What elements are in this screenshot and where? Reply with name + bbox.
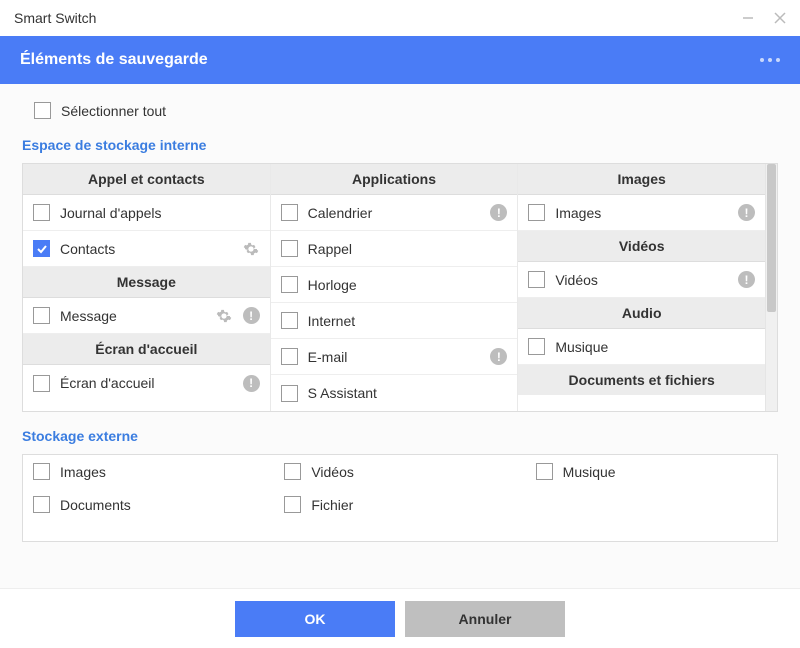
titlebar: Smart Switch xyxy=(0,0,800,36)
gear-icon[interactable] xyxy=(242,240,260,258)
item-label: Vidéos xyxy=(555,272,728,288)
select-all-label: Sélectionner tout xyxy=(61,103,166,119)
item-label: Journal d'appels xyxy=(60,205,260,221)
item-ext-file[interactable]: Fichier xyxy=(274,488,525,521)
item-internet[interactable]: Internet xyxy=(271,303,518,339)
checkbox-ext-videos[interactable] xyxy=(284,463,301,480)
checkbox-clock[interactable] xyxy=(281,276,298,293)
item-label: E-mail xyxy=(308,349,481,365)
checkbox-email[interactable] xyxy=(281,348,298,365)
checkbox-message[interactable] xyxy=(33,307,50,324)
ok-button[interactable]: OK xyxy=(235,601,395,637)
scrollbar-thumb[interactable] xyxy=(767,164,776,312)
header-menu-icon[interactable] xyxy=(760,58,780,62)
checkbox-s-assistant[interactable] xyxy=(281,385,298,402)
item-home-screen[interactable]: Écran d'accueil ! xyxy=(23,365,270,401)
item-label: Images xyxy=(555,205,728,221)
item-images[interactable]: Images ! xyxy=(518,195,765,231)
checkbox-call-log[interactable] xyxy=(33,204,50,221)
warning-icon: ! xyxy=(738,271,755,288)
select-all-row[interactable]: Sélectionner tout xyxy=(34,102,778,119)
item-label: Internet xyxy=(308,313,508,329)
group-header-home-screen: Écran d'accueil xyxy=(23,334,270,365)
item-ext-music[interactable]: Musique xyxy=(526,455,777,488)
internal-storage-table: Appel et contacts Journal d'appels Conta… xyxy=(22,163,778,412)
internal-col-2: Applications Calendrier ! Rappel Horloge… xyxy=(271,164,519,411)
item-music[interactable]: Musique xyxy=(518,329,765,365)
checkbox-calendar[interactable] xyxy=(281,204,298,221)
item-label: Écran d'accueil xyxy=(60,375,233,391)
dialog-title: Éléments de sauvegarde xyxy=(20,51,208,69)
checkbox-ext-music[interactable] xyxy=(536,463,553,480)
group-header-audio: Audio xyxy=(518,298,765,329)
item-reminder[interactable]: Rappel xyxy=(271,231,518,267)
item-calendar[interactable]: Calendrier ! xyxy=(271,195,518,231)
content-area: Sélectionner tout Espace de stockage int… xyxy=(0,84,800,588)
group-header-call-contacts: Appel et contacts xyxy=(23,164,270,195)
item-label: S Assistant xyxy=(308,385,508,401)
group-header-applications: Applications xyxy=(271,164,518,195)
item-videos[interactable]: Vidéos ! xyxy=(518,262,765,298)
item-label: Images xyxy=(60,464,106,480)
checkbox-music[interactable] xyxy=(528,338,545,355)
external-col-1: Images Documents xyxy=(23,455,274,521)
item-label: Fichier xyxy=(311,497,353,513)
external-col-2: Vidéos Fichier xyxy=(274,455,525,521)
close-button[interactable] xyxy=(770,8,790,28)
cancel-button[interactable]: Annuler xyxy=(405,601,565,637)
window-controls xyxy=(738,8,790,28)
item-label: Rappel xyxy=(308,241,508,257)
warning-icon: ! xyxy=(490,348,507,365)
item-label: Documents xyxy=(60,497,131,513)
item-clock[interactable]: Horloge xyxy=(271,267,518,303)
item-label: Calendrier xyxy=(308,205,481,221)
checkbox-reminder[interactable] xyxy=(281,240,298,257)
checkbox-internet[interactable] xyxy=(281,312,298,329)
checkbox-contacts[interactable] xyxy=(33,240,50,257)
internal-col-1: Appel et contacts Journal d'appels Conta… xyxy=(23,164,271,411)
warning-icon: ! xyxy=(243,307,260,324)
item-ext-videos[interactable]: Vidéos xyxy=(274,455,525,488)
checkbox-home-screen[interactable] xyxy=(33,375,50,392)
checkbox-images[interactable] xyxy=(528,204,545,221)
dialog-footer: OK Annuler xyxy=(0,588,800,648)
internal-storage-title: Espace de stockage interne xyxy=(22,137,778,153)
item-label: Vidéos xyxy=(311,464,354,480)
item-ext-documents[interactable]: Documents xyxy=(23,488,274,521)
external-storage-title: Stockage externe xyxy=(22,428,778,444)
checkbox-ext-images[interactable] xyxy=(33,463,50,480)
item-label: Message xyxy=(60,308,205,324)
gear-icon[interactable] xyxy=(215,307,233,325)
group-header-videos: Vidéos xyxy=(518,231,765,262)
minimize-button[interactable] xyxy=(738,8,758,28)
dialog-header: Éléments de sauvegarde xyxy=(0,36,800,84)
item-contacts[interactable]: Contacts xyxy=(23,231,270,267)
item-label: Horloge xyxy=(308,277,508,293)
item-s-assistant[interactable]: S Assistant xyxy=(271,375,518,411)
item-call-log[interactable]: Journal d'appels xyxy=(23,195,270,231)
warning-icon: ! xyxy=(243,375,260,392)
warning-icon: ! xyxy=(738,204,755,221)
item-email[interactable]: E-mail ! xyxy=(271,339,518,375)
group-header-message: Message xyxy=(23,267,270,298)
internal-col-3: Images Images ! Vidéos Vidéos ! Audio Mu… xyxy=(518,164,765,411)
external-col-3: Musique xyxy=(526,455,777,521)
checkbox-videos[interactable] xyxy=(528,271,545,288)
external-storage-table: Images Documents Vidéos Fichier Musique xyxy=(22,454,778,542)
group-header-documents: Documents et fichiers xyxy=(518,365,765,395)
item-ext-images[interactable]: Images xyxy=(23,455,274,488)
item-label: Musique xyxy=(555,339,755,355)
checkbox-ext-documents[interactable] xyxy=(33,496,50,513)
warning-icon: ! xyxy=(490,204,507,221)
item-label: Musique xyxy=(563,464,616,480)
window-title: Smart Switch xyxy=(14,10,96,26)
scrollbar[interactable] xyxy=(765,164,777,411)
checkbox-ext-file[interactable] xyxy=(284,496,301,513)
item-message[interactable]: Message ! xyxy=(23,298,270,334)
group-header-images: Images xyxy=(518,164,765,195)
item-label: Contacts xyxy=(60,241,232,257)
select-all-checkbox[interactable] xyxy=(34,102,51,119)
